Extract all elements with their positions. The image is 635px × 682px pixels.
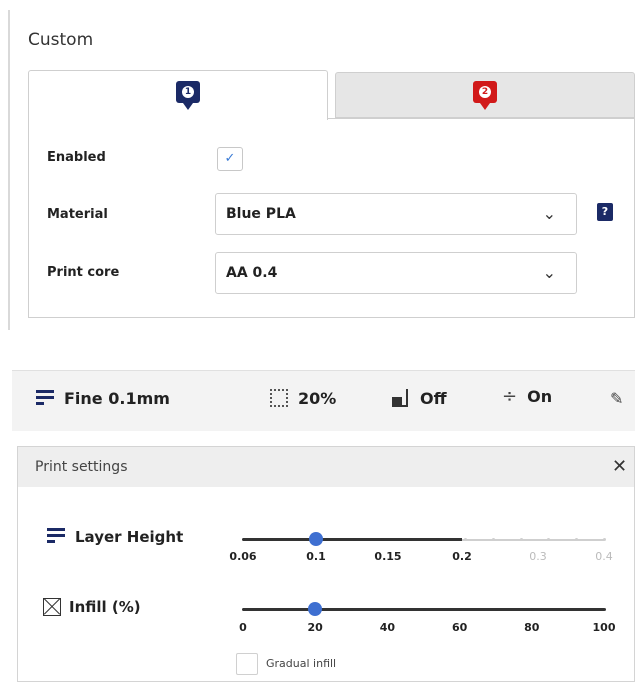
adhesion-icon: ÷ <box>502 386 518 407</box>
infill-icon <box>43 598 61 616</box>
slider-tick <box>242 538 245 541</box>
slider-tick <box>242 608 245 611</box>
tab-extruder-1[interactable]: 1 <box>28 70 328 120</box>
gradual-infill-label: Gradual infill <box>266 657 337 670</box>
tick-label: 0 <box>239 621 247 634</box>
infill-icon <box>270 389 288 407</box>
print-summary-toolbar[interactable]: Fine 0.1mm 20% Off ÷ On ✎ <box>12 370 635 431</box>
slider-tick <box>269 538 273 541</box>
tick-label: 0.1 <box>306 550 326 563</box>
extruder-2-badge-icon: 2 <box>473 81 497 110</box>
slider-tick <box>458 608 462 611</box>
chevron-down-icon: ⌄ <box>542 263 556 282</box>
profile-summary[interactable]: Fine 0.1mm <box>36 389 170 408</box>
layer-height-row-label: Layer Height <box>47 528 183 546</box>
tab-extruder-2[interactable]: 2 <box>335 72 635 118</box>
slider-track-disabled <box>462 539 604 541</box>
divider <box>8 10 10 330</box>
enabled-checkbox[interactable]: ✓ <box>217 147 243 171</box>
help-icon[interactable]: ? <box>597 203 613 221</box>
support-summary[interactable]: Off <box>392 389 447 408</box>
tick-label: 40 <box>379 621 396 634</box>
slider-tick <box>494 608 498 611</box>
print-core-value: AA 0.4 <box>226 265 278 281</box>
print-core-select[interactable]: AA 0.4 ⌄ <box>215 252 577 294</box>
extruder-1-badge-icon: 1 <box>176 81 200 110</box>
print-core-label: Print core <box>47 265 120 280</box>
slider-tick <box>380 538 384 541</box>
material-value: Blue PLA <box>226 206 296 222</box>
close-icon[interactable]: ✕ <box>612 456 627 477</box>
slider-tick <box>519 538 523 541</box>
slider-tick <box>422 608 426 611</box>
edit-icon[interactable]: ✎ <box>610 389 623 408</box>
tick-label: 0.2 <box>452 550 472 563</box>
infill-row-label: Infill (%) <box>43 598 141 616</box>
tick-label: 0.4 <box>595 550 613 563</box>
tick-label: 60 <box>451 621 468 634</box>
tick-label: 0.3 <box>529 550 547 563</box>
custom-extruder-panel: Custom 1 2 Enabled ✓ Material Blue PLA ⌄… <box>0 0 635 335</box>
slider-tick <box>408 538 412 541</box>
layer-height-icon <box>47 528 65 544</box>
chevron-down-icon: ⌄ <box>542 204 556 223</box>
tick-label: 100 <box>592 621 616 634</box>
material-select[interactable]: Blue PLA ⌄ <box>215 193 577 235</box>
layer-height-icon <box>36 390 54 406</box>
slider-handle <box>309 532 323 546</box>
panel-title: Custom <box>28 30 94 50</box>
tick-label: 80 <box>524 621 540 634</box>
print-settings-title: Print settings <box>35 459 128 475</box>
slider-tick <box>297 538 301 541</box>
adhesion-summary[interactable]: ÷ On <box>502 386 552 407</box>
slider-tick <box>491 538 495 541</box>
slider-tick <box>566 608 570 611</box>
gradual-infill-checkbox[interactable] <box>236 653 258 675</box>
slider-tick <box>530 608 534 611</box>
tick-label: 0.06 <box>229 550 257 563</box>
infill-summary[interactable]: 20% <box>270 389 336 408</box>
material-label: Material <box>47 207 108 222</box>
slider-tick <box>603 538 606 541</box>
support-icon <box>392 389 408 407</box>
tick-label: 0.15 <box>374 550 402 563</box>
enabled-label: Enabled <box>47 150 106 165</box>
slider-tick <box>603 608 606 611</box>
tick-label: 20 <box>307 621 323 634</box>
